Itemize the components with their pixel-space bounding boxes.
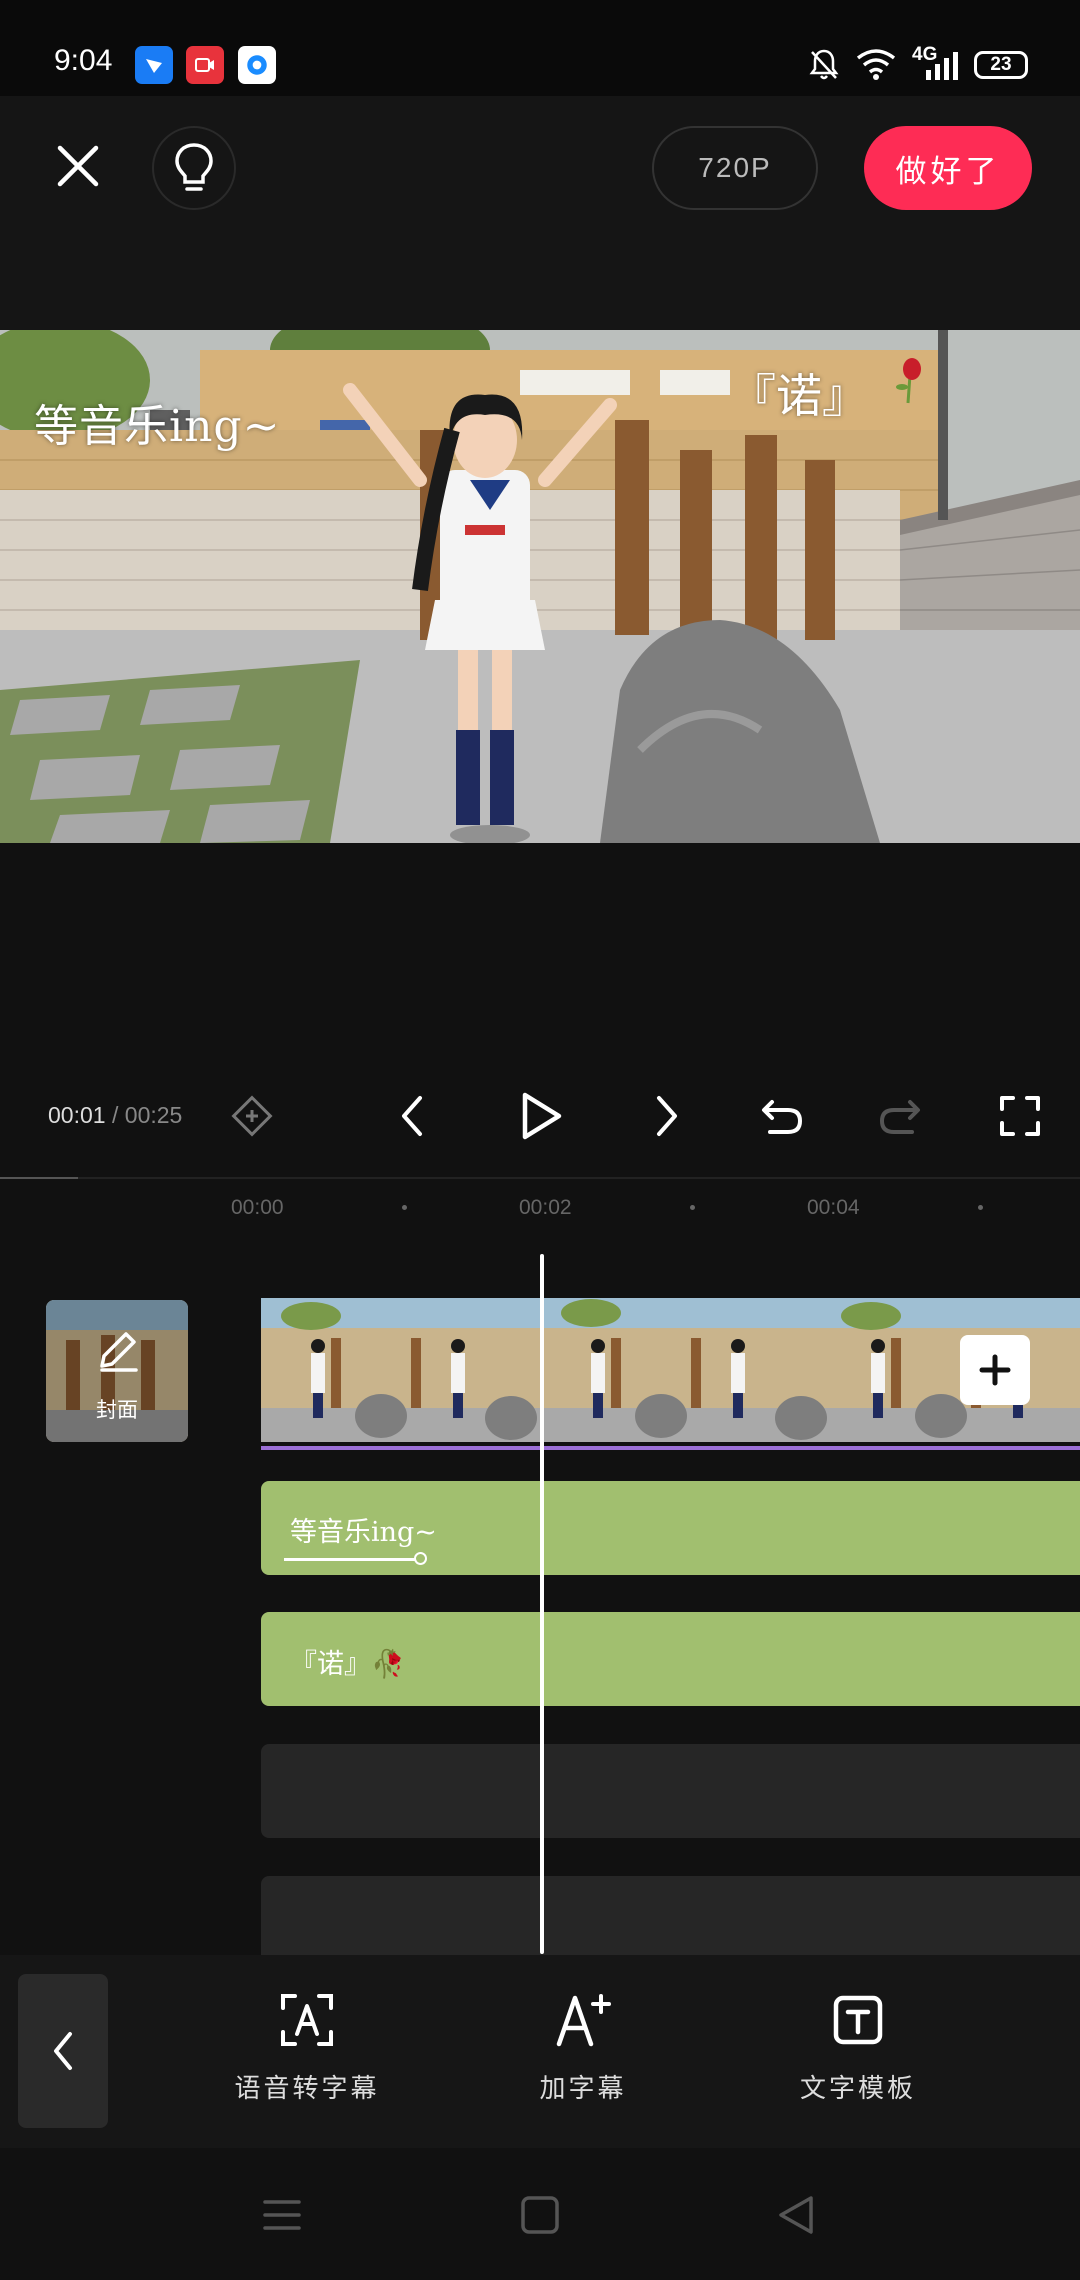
- menu-icon: [263, 2200, 301, 2230]
- status-time: 9:04: [54, 44, 113, 77]
- rose-sticker-icon: [890, 355, 930, 410]
- close-icon: [57, 145, 99, 187]
- signal-icon: [918, 52, 958, 87]
- add-subtitle-button[interactable]: 加字幕: [493, 1990, 673, 2105]
- speech-to-subtitle-icon: [281, 1994, 333, 2046]
- lightbulb-icon: [175, 143, 213, 191]
- ruler-label: 00:00: [231, 1196, 284, 1219]
- chevron-left-icon: [402, 1096, 422, 1136]
- screen-record-icon: [186, 46, 224, 84]
- tool-label: 语音转字幕: [234, 2073, 380, 2103]
- next-frame-button[interactable]: [636, 1086, 696, 1146]
- total-time: / 00:25: [112, 1102, 183, 1128]
- speech-to-subtitle-button[interactable]: 语音转字幕: [217, 1990, 397, 2105]
- text-template-icon: [833, 1995, 883, 2045]
- back-button[interactable]: [18, 1974, 108, 2128]
- add-clip-button[interactable]: [960, 1335, 1030, 1405]
- lark-app-icon: [135, 46, 173, 84]
- text-track-label: 等音乐ing~: [290, 1517, 437, 1548]
- plus-icon: [979, 1354, 1011, 1386]
- redo-button[interactable]: [870, 1086, 930, 1146]
- tips-button[interactable]: [152, 126, 236, 210]
- ruler-label: 00:04: [807, 1196, 860, 1219]
- undo-icon: [762, 1100, 803, 1134]
- ruler-dot: [690, 1205, 695, 1210]
- mute-icon: [808, 48, 840, 87]
- text-template-button[interactable]: 文字模板: [768, 1990, 948, 2105]
- play-icon: [522, 1092, 562, 1140]
- current-time: 00:01: [48, 1102, 106, 1128]
- redo-icon: [879, 1100, 920, 1134]
- playhead[interactable]: [540, 1254, 544, 1954]
- chevron-left-icon: [54, 2032, 72, 2070]
- tool-label: 文字模板: [799, 2073, 916, 2103]
- add-subtitle-icon: [556, 1994, 611, 2047]
- back-triangle-icon: [779, 2196, 813, 2234]
- empty-track[interactable]: [261, 1744, 1080, 1838]
- progress-track[interactable]: [0, 1177, 1080, 1179]
- video-clip-underline: [261, 1446, 1080, 1450]
- keyframe-icon: [231, 1095, 273, 1137]
- ruler-label: 00:02: [519, 1196, 572, 1219]
- chevron-right-icon: [657, 1096, 677, 1136]
- previous-frame-button[interactable]: [383, 1086, 443, 1146]
- progress-fill: [0, 1177, 78, 1179]
- resolution-button[interactable]: 720P: [652, 126, 818, 210]
- edit-pencil-icon: [100, 1332, 138, 1372]
- tool-label: 加字幕: [539, 2073, 627, 2103]
- video-clip-strip[interactable]: [261, 1298, 1080, 1442]
- home-nav-button[interactable]: [510, 2190, 570, 2240]
- play-button[interactable]: [511, 1086, 571, 1146]
- home-square-icon: [521, 2196, 559, 2234]
- close-button[interactable]: [48, 136, 108, 196]
- browser-app-icon: [238, 46, 276, 84]
- undo-button[interactable]: [752, 1086, 812, 1146]
- wifi-icon: [856, 48, 896, 85]
- back-nav-button[interactable]: [766, 2190, 826, 2240]
- video-thumbnails: [261, 1298, 1080, 1442]
- menu-nav-button[interactable]: [252, 2190, 312, 2240]
- text-animation-slider-knob[interactable]: [414, 1552, 427, 1565]
- preview-overlay-text-2[interactable]: 『诺』: [730, 360, 868, 426]
- ruler-dot: [402, 1205, 407, 1210]
- ruler-dot: [978, 1205, 983, 1210]
- text-track-label: 『诺』🥀: [290, 1649, 405, 1680]
- battery-indicator: 23: [974, 51, 1028, 79]
- preview-overlay-text-1[interactable]: 等音乐ing~: [34, 390, 280, 454]
- keyframe-button[interactable]: [222, 1086, 282, 1146]
- cover-label: 封面: [96, 1399, 138, 1422]
- text-animation-slider[interactable]: [284, 1558, 424, 1561]
- fullscreen-button[interactable]: [990, 1086, 1050, 1146]
- fullscreen-icon: [1000, 1096, 1040, 1136]
- done-button[interactable]: 做好了: [864, 126, 1032, 210]
